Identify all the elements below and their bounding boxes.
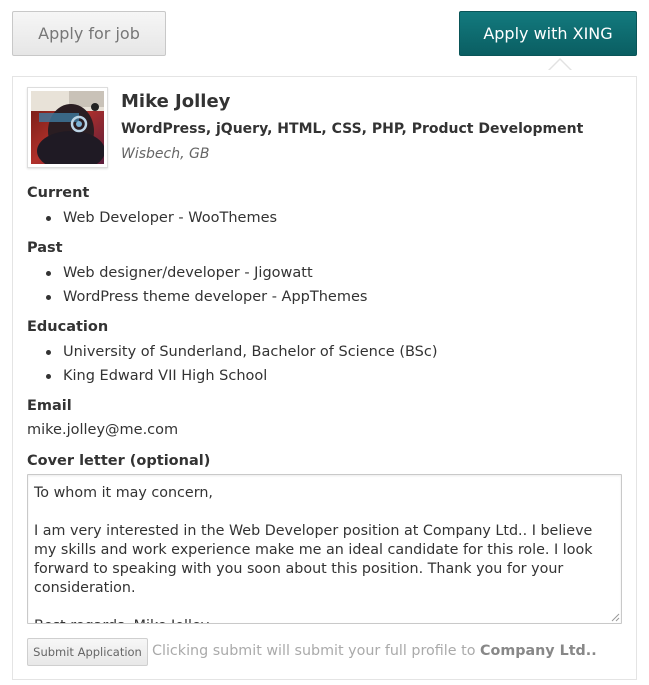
profile-photo: [31, 91, 104, 164]
list-item: WordPress theme developer - AppThemes: [45, 285, 367, 309]
cover-letter-label: Cover letter (optional): [27, 453, 211, 469]
past-heading: Past: [27, 240, 63, 256]
current-heading: Current: [27, 185, 90, 201]
cover-letter-textarea[interactable]: To whom it may concern, I am very intere…: [27, 474, 622, 624]
list-item: University of Sunderland, Bachelor of Sc…: [45, 340, 438, 364]
education-heading: Education: [27, 319, 109, 335]
profile-skills: WordPress, jQuery, HTML, CSS, PHP, Produ…: [121, 121, 584, 137]
resize-grip-icon[interactable]: [610, 612, 620, 622]
email-value: mike.jolley@me.com: [27, 422, 179, 438]
submit-note: Clicking submit will submit your full pr…: [152, 643, 597, 659]
list-item: Web Developer - WooThemes: [45, 206, 277, 230]
avatar: [27, 87, 108, 168]
apply-with-xing-button[interactable]: Apply with XING: [459, 11, 637, 56]
profile-name: Mike Jolley: [121, 91, 231, 112]
profile-location: Wisbech, GB: [121, 146, 210, 162]
current-list: Web Developer - WooThemes: [45, 206, 277, 230]
list-item: King Edward VII High School: [45, 364, 438, 388]
list-item: Web designer/developer - Jigowatt: [45, 261, 367, 285]
company-name: Company Ltd..: [480, 643, 597, 659]
past-list: Web designer/developer - Jigowatt WordPr…: [45, 261, 367, 309]
email-heading: Email: [27, 398, 72, 414]
submit-application-button[interactable]: Submit Application: [27, 638, 148, 666]
education-list: University of Sunderland, Bachelor of Sc…: [45, 340, 438, 388]
apply-for-job-button[interactable]: Apply for job: [12, 11, 166, 56]
